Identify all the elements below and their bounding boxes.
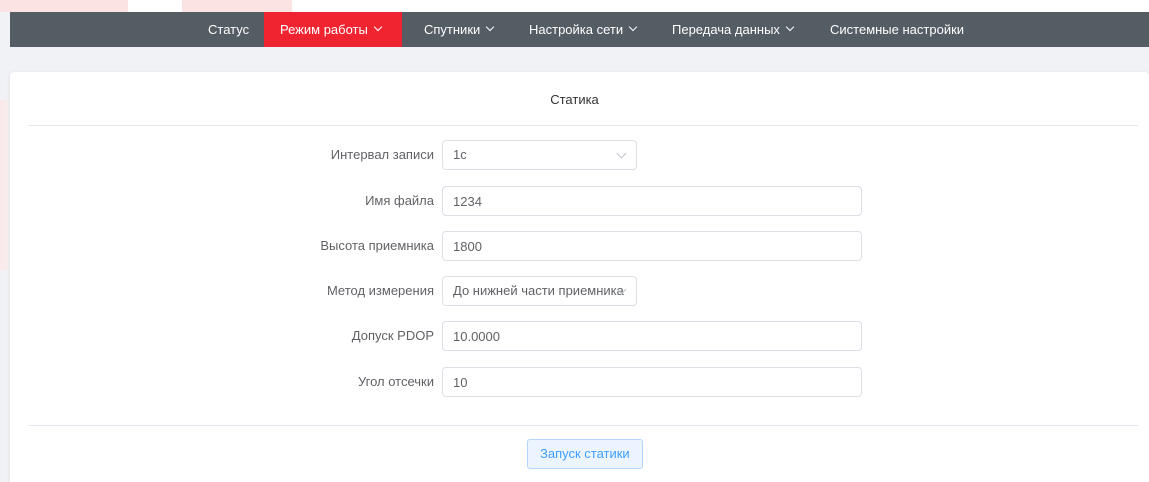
start-static-button[interactable]: Запуск статики [527, 439, 643, 469]
label-cutoff-angle: Угол отсечки [357, 374, 434, 389]
header-decoration [182, 0, 292, 12]
label-record-interval: Интервал записи [330, 147, 434, 162]
nav-item-label: Настройка сети [529, 22, 624, 37]
chevron-down-icon [486, 22, 495, 32]
nav-item-satellites[interactable]: Спутники [418, 12, 499, 47]
label-measure-method: Метод измерения [326, 283, 434, 298]
nav-item-label: Системные настройки [830, 22, 965, 37]
label-pdop-tolerance: Допуск PDOP [351, 328, 434, 343]
nav-item-system-settings[interactable]: Системные настройки [824, 12, 970, 47]
divider [28, 125, 1138, 126]
record-interval-select[interactable]: 1с [442, 140, 637, 170]
label-file-name: Имя файла [365, 193, 434, 208]
label-receiver-height: Высота приемника [320, 238, 434, 253]
top-nav: Статус Режим работы Спутники Настройка с… [10, 12, 1149, 47]
nav-item-data-transfer[interactable]: Передача данных [666, 12, 799, 47]
pdop-tolerance-input[interactable] [442, 321, 862, 351]
nav-item-label: Статус [208, 22, 250, 37]
nav-item-operating-mode[interactable]: Режим работы [264, 12, 402, 47]
chevron-down-icon [616, 148, 627, 159]
measure-method-value: До нижней части приемника [453, 283, 624, 298]
header-decoration [0, 0, 128, 12]
receiver-height-input[interactable] [442, 231, 862, 261]
chevron-down-icon [628, 22, 638, 32]
nav-item-label: Передача данных [672, 22, 780, 37]
divider [28, 425, 1138, 426]
chevron-down-icon [373, 22, 383, 32]
nav-item-status[interactable]: Статус [198, 12, 259, 47]
nav-item-network-settings[interactable]: Настройка сети [523, 12, 642, 47]
chevron-down-icon [785, 22, 795, 32]
file-name-input[interactable] [442, 186, 862, 216]
static-card: Статика Интервал записи 1с Имя файла Выс… [10, 72, 1149, 482]
nav-item-label: Спутники [424, 22, 481, 37]
top-strip [0, 0, 1149, 12]
record-interval-value: 1с [453, 147, 467, 162]
cutoff-angle-input[interactable] [442, 367, 862, 397]
card-title: Статика [550, 92, 599, 107]
nav-item-label: Режим работы [280, 22, 368, 37]
measure-method-select[interactable]: До нижней части приемника [442, 276, 637, 306]
page: Статус Режим работы Спутники Настройка с… [0, 0, 1149, 482]
